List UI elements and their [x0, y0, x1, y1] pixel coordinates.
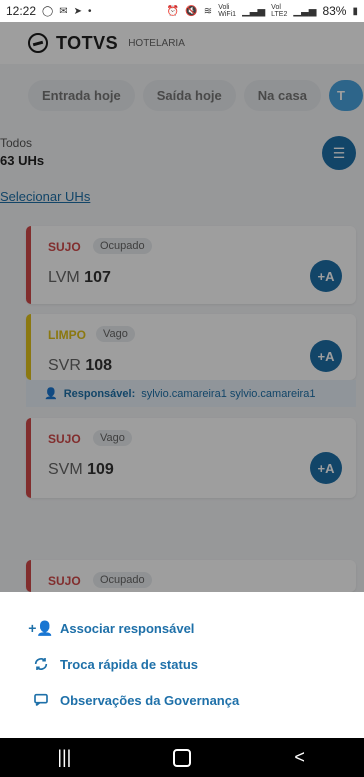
housekeeping-notes-label: Observações da Governança: [60, 692, 240, 708]
action-sheet: +👤 Associar responsável Troca rápida de …: [0, 592, 364, 738]
associate-responsible-label: Associar responsável: [60, 621, 195, 636]
comment-icon: [32, 692, 50, 708]
battery-icon: ▮: [352, 5, 358, 17]
quick-status-change-label: Troca rápida de status: [60, 656, 198, 672]
status-right: ⏰ 🔇 ≋ Voli WiFi1 ▁▃▅ Vol LTE2 ▁▃▅ 83% ▮: [167, 4, 358, 18]
carrier1-bottom: WiFi1: [218, 11, 237, 18]
quick-status-change-option[interactable]: Troca rápida de status: [32, 656, 198, 672]
housekeeping-notes-option[interactable]: Observações da Governança: [32, 692, 239, 708]
dot-icon: •: [88, 5, 92, 17]
mute-icon: 🔇: [185, 5, 198, 17]
home-button[interactable]: [172, 748, 191, 767]
refresh-icon: [32, 656, 50, 672]
system-navigation-bar: ||| <: [0, 738, 364, 777]
recent-apps-button[interactable]: |||: [44, 747, 84, 768]
whatsapp-icon: ◯: [42, 5, 54, 17]
signal1-icon: ▁▃▅: [242, 5, 266, 17]
carrier2-bottom: LTE2: [271, 11, 288, 18]
volte1-icon: Voli WiFi1: [218, 4, 236, 18]
signal2-icon: ▁▃▅: [293, 5, 317, 17]
battery-level: 83%: [322, 4, 347, 18]
back-button[interactable]: <: [280, 747, 320, 768]
carrier1-top: Voli: [218, 4, 230, 11]
alarm-icon: ⏰: [166, 5, 180, 17]
status-left: 12:22 ◯ ✉ ➤ •: [6, 4, 92, 18]
add-user-icon: +👤: [28, 620, 54, 636]
modal-overlay[interactable]: [0, 22, 364, 592]
send-icon: ➤: [73, 5, 83, 17]
associate-responsible-option[interactable]: +👤 Associar responsável: [28, 620, 195, 637]
status-bar: 12:22 ◯ ✉ ➤ • ⏰ 🔇 ≋ Voli WiFi1 ▁▃▅ Vol L…: [0, 0, 364, 22]
mail-icon: ✉: [59, 5, 68, 17]
volte2-icon: Vol LTE2: [271, 4, 287, 18]
wifi-icon: ≋: [203, 5, 213, 17]
time: 12:22: [6, 4, 37, 18]
carrier2-top: Vol: [271, 4, 281, 11]
